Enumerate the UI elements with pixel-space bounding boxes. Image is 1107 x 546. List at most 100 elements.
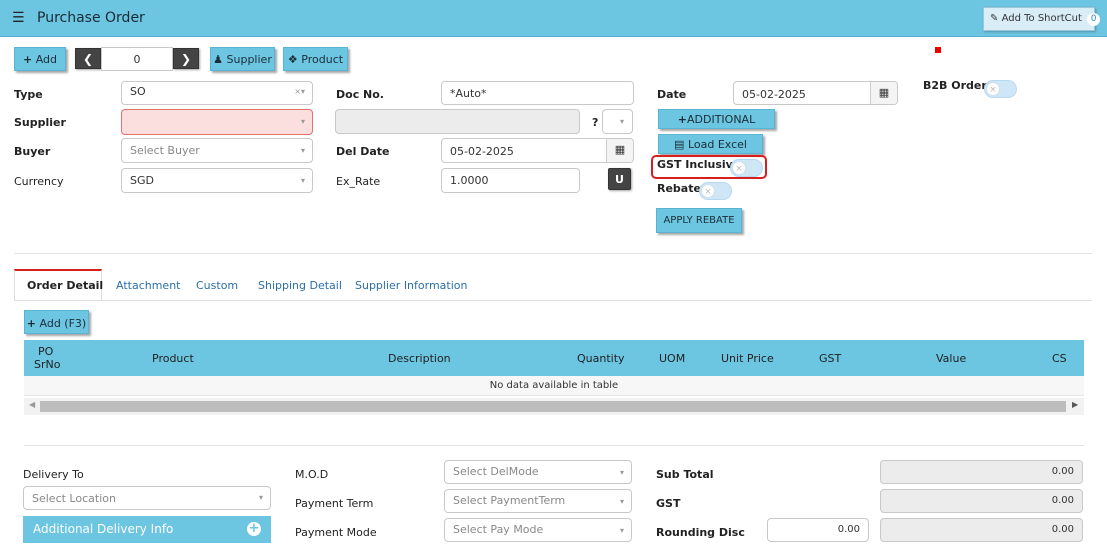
payment-term-placeholder: Select PaymentTerm [453,494,566,507]
load-excel-button[interactable]: ▤ Load Excel [658,134,763,154]
payment-term-select[interactable]: Select PaymentTerm ▾ [444,489,632,513]
b2b-order-toggle[interactable]: × [984,80,1017,98]
pencil-icon: ✎ [990,13,999,24]
exrate-input[interactable]: 1.0000 [441,168,580,193]
location-select[interactable]: Select Location ▾ [23,486,271,510]
chevron-down-icon: ▾ [619,117,624,126]
add-to-shortcut-button[interactable]: ✎ Add To ShortCut 0 [983,7,1101,31]
gst-total-label: GST [656,497,681,510]
col-value: Value [936,352,967,365]
plus-icon: + [22,53,33,66]
record-number-input[interactable]: 0 [101,47,173,71]
mod-select[interactable]: Select DelMode ▾ [444,460,632,484]
rounding-disc-input[interactable]: 0.00 [767,518,869,542]
b2b-order-label: B2B Order [923,79,987,92]
subtotal-value: 0.00 [880,460,1083,484]
type-select[interactable]: SO ×▾ [121,81,313,105]
docno-input[interactable]: *Auto* [441,81,634,105]
apply-rebate-button[interactable]: APPLY REBATE [656,208,742,233]
buyer-select[interactable]: Select Buyer ▾ [121,138,313,163]
deldate-value: 05-02-2025 [450,145,514,158]
tab-shipping-detail[interactable]: Shipping Detail [258,279,342,292]
gst-total-value: 0.00 [880,489,1083,513]
product-button[interactable]: ❖ Product [283,47,348,71]
gst-inclusive-toggle[interactable]: × [730,159,763,177]
clear-caret-icon: ×▾ [294,87,305,96]
scroll-right-icon[interactable]: ▶ [1072,400,1078,409]
x-icon: × [701,184,715,198]
tab-custom[interactable]: Custom [196,279,238,292]
update-rate-button[interactable]: U [608,168,631,190]
mod-placeholder: Select DelMode [453,465,539,478]
gift-icon: ❖ [287,53,298,66]
user-icon: ♟ [213,53,224,66]
supplier-name-field [335,109,580,134]
page-title: Purchase Order [37,10,145,26]
buyer-label: Buyer [14,145,51,158]
chevron-down-icon: ▾ [300,117,305,126]
col-gst: GST [819,352,842,365]
supplier-select[interactable]: ▾ [121,109,313,135]
hamburger-icon[interactable]: ☰ [12,10,25,26]
mod-label: M.O.D [295,468,329,481]
subtotal-label: Sub Total [656,468,714,481]
scrollbar-thumb[interactable] [40,401,1066,412]
next-record-button[interactable]: ❯ [173,48,199,69]
chevron-down-icon: ▾ [619,468,624,477]
type-value: SO [130,85,146,98]
exrate-label: Ex_Rate [336,175,381,188]
plus-circle-icon[interactable]: + [247,522,261,536]
add-button-label: Add [35,53,57,66]
payment-mode-select[interactable]: Select Pay Mode ▾ [444,518,632,542]
docno-label: Doc No. [336,88,384,101]
add-button[interactable]: + Add [14,47,66,71]
shortcut-count-badge: 0 [1087,13,1101,26]
tab-underline [14,300,1092,301]
col-srno: SrNo [34,358,61,371]
supplier-button[interactable]: ♟ Supplier [210,47,275,71]
additional-button[interactable]: +ADDITIONAL [658,109,775,129]
chevron-right-icon: ❯ [180,52,192,66]
tab-order-detail[interactable]: Order Detail [27,279,103,292]
col-quantity: Quantity [577,352,625,365]
prev-record-button[interactable]: ❮ [75,48,101,69]
tab-attachment[interactable]: Attachment [116,279,181,292]
rounding-disc-label: Rounding Disc [656,526,745,539]
buyer-placeholder: Select Buyer [130,144,200,157]
type-label: Type [14,88,43,101]
plus-icon: + [677,113,687,126]
rebate-toggle[interactable]: × [699,182,732,200]
date-label: Date [657,88,687,101]
detail-divider [24,445,1084,446]
payment-term-label: Payment Term [295,497,374,510]
calendar-icon[interactable]: ▦ [870,82,897,104]
add-line-button[interactable]: + Add (F3) [24,310,89,334]
col-uom: UOM [659,352,686,365]
load-excel-label: Load Excel [687,138,747,151]
col-cs: CS [1052,352,1067,365]
rebate-label: Rebate [657,182,701,195]
chevron-down-icon: ▾ [619,497,624,506]
additional-button-label: ADDITIONAL [687,113,756,126]
date-input[interactable]: 05-02-2025 ▦ [733,81,898,105]
additional-delivery-info-panel[interactable]: Additional Delivery Info + [23,516,271,543]
supplier-extra-select[interactable]: ▾ [602,109,633,134]
shortcut-label: Add To ShortCut [1001,13,1082,24]
plus-icon: + [26,317,36,330]
calendar-icon[interactable]: ▦ [606,139,633,162]
empty-message: No data available in table [489,380,619,391]
table-empty-row: No data available in table [24,376,1084,396]
payment-mode-placeholder: Select Pay Mode [453,523,544,536]
currency-select[interactable]: SGD ▾ [121,168,313,193]
gst-inclusive-label: GST Inclusive [657,158,741,171]
horizontal-scrollbar[interactable]: ◀ ▶ [24,398,1084,415]
date-value: 05-02-2025 [742,88,806,101]
tab-supplier-information[interactable]: Supplier Information [355,279,468,292]
col-unit-price: Unit Price [721,352,774,365]
deldate-input[interactable]: 05-02-2025 ▦ [441,138,634,163]
additional-delivery-label: Additional Delivery Info [33,522,174,536]
table-header: PO SrNo Product Description Quantity UOM… [24,340,1084,376]
x-icon: × [732,161,746,175]
scroll-left-icon[interactable]: ◀ [29,400,35,409]
x-icon: × [986,82,1000,96]
